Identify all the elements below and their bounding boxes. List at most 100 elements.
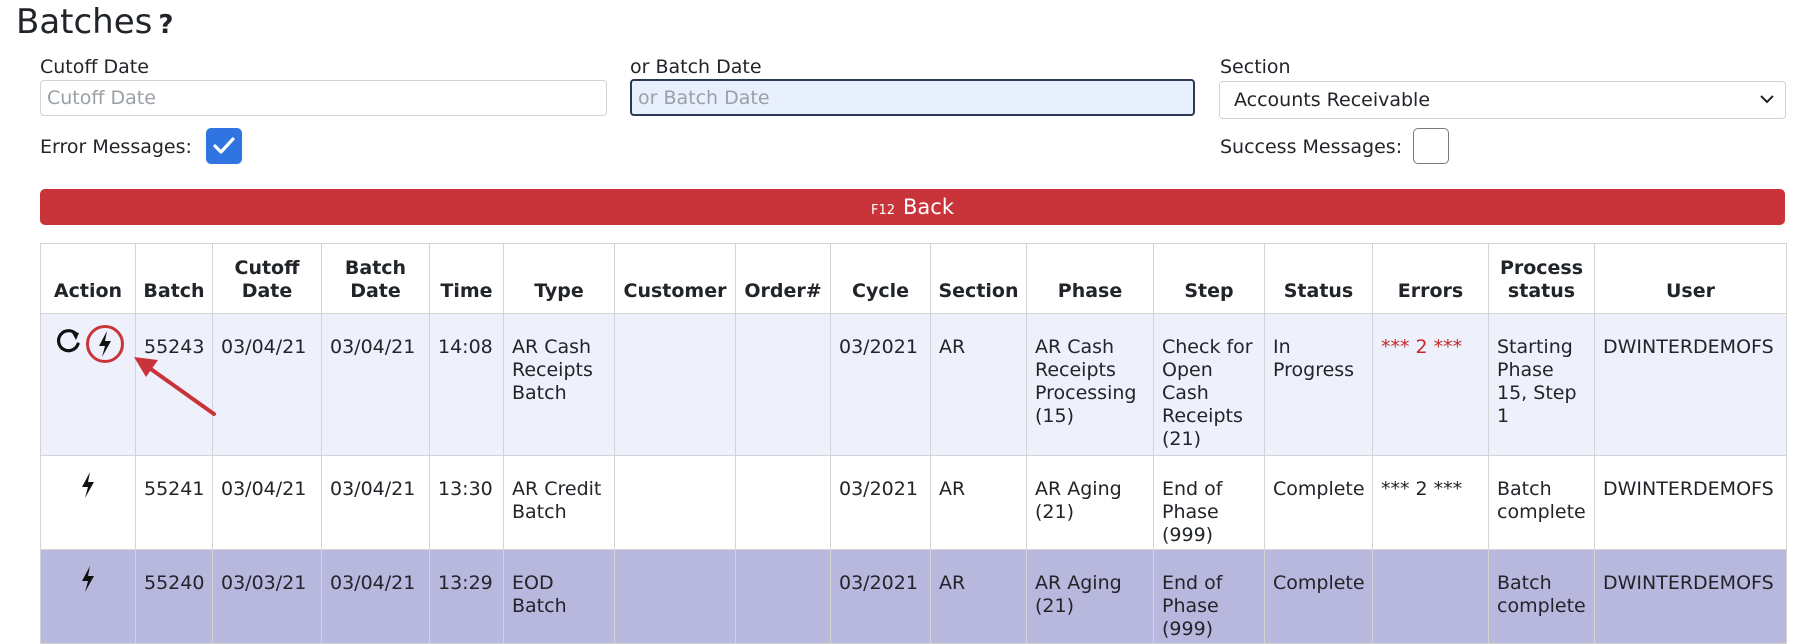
- type-cell: EOD Batch: [503, 549, 615, 644]
- order-cell: [735, 313, 831, 456]
- action-cell: [40, 313, 136, 456]
- col-header-action[interactable]: Action: [40, 243, 136, 314]
- type-cell: AR Cash Receipts Batch: [503, 313, 615, 456]
- cell-line: (15): [1035, 405, 1075, 427]
- error-messages-checkbox[interactable]: [206, 128, 242, 164]
- cell-line: Check for: [1162, 336, 1253, 358]
- back-button-label: Back: [903, 195, 954, 219]
- col-header-step[interactable]: Step: [1153, 243, 1265, 314]
- col-header-phase[interactable]: Phase: [1026, 243, 1154, 314]
- col-header-time[interactable]: Time: [429, 243, 504, 314]
- batches-table: Action Batch Cutoff Date Batch Date Time T…: [40, 243, 1787, 644]
- col-header-order[interactable]: Order#: [735, 243, 831, 314]
- process-status-cell: Batch complete: [1488, 455, 1595, 550]
- order-cell: [735, 549, 831, 644]
- cell-line: Processing: [1035, 382, 1137, 404]
- process-status-cell: Batch complete: [1488, 549, 1595, 644]
- col-header-text: Process: [1499, 257, 1584, 279]
- cell-line: 1: [1497, 405, 1510, 427]
- cell-line: Starting: [1497, 336, 1573, 358]
- cell-line: Batch: [1497, 478, 1552, 500]
- lightning-icon[interactable]: [71, 562, 105, 602]
- user-cell: DWINTERDEMOFS: [1594, 455, 1787, 550]
- cell-line: complete: [1497, 501, 1586, 523]
- type-cell: AR Credit Batch: [503, 455, 615, 550]
- lightning-icon[interactable]: [71, 468, 105, 508]
- errors-cell[interactable]: *** 2 ***: [1372, 455, 1489, 550]
- col-header-errors[interactable]: Errors: [1372, 243, 1489, 314]
- cycle-cell: 03/2021: [830, 549, 931, 644]
- step-cell: End of Phase (999): [1153, 455, 1265, 550]
- cell-line: Receipts: [1035, 359, 1116, 381]
- back-button-shortcut: F12: [870, 203, 896, 218]
- batch-cell[interactable]: 55240: [135, 549, 213, 644]
- cell-line: (21): [1035, 501, 1075, 523]
- cell-line: Batch: [512, 382, 567, 404]
- time-cell: 14:08: [429, 313, 504, 456]
- cell-line: AR Cash: [1035, 336, 1115, 358]
- table-row[interactable]: 55240 03/03/21 03/04/21 13:29 EOD Batch 0…: [40, 549, 1787, 644]
- col-header-batch[interactable]: Batch: [135, 243, 213, 314]
- cell-line: (21): [1162, 428, 1202, 450]
- cell-line: AR Aging: [1035, 572, 1122, 594]
- batch-date-label: or Batch Date: [630, 56, 762, 78]
- batch-cell[interactable]: 55241: [135, 455, 213, 550]
- cutoff-date-cell: 03/03/21: [212, 549, 322, 644]
- col-header-type[interactable]: Type: [503, 243, 615, 314]
- batch-date-input[interactable]: [630, 79, 1195, 116]
- time-cell: 13:30: [429, 455, 504, 550]
- batch-cell[interactable]: 55243: [135, 313, 213, 456]
- col-header-text: Batch: [344, 257, 407, 279]
- col-header-status[interactable]: Status: [1264, 243, 1373, 314]
- customer-cell: [614, 313, 736, 456]
- customer-cell: [614, 455, 736, 550]
- cell-line: End of: [1162, 572, 1223, 594]
- time-cell: 13:29: [429, 549, 504, 644]
- col-header-cycle[interactable]: Cycle: [830, 243, 931, 314]
- help-icon[interactable]: ?: [158, 10, 173, 40]
- table-row[interactable]: 55243 03/04/21 03/04/21 14:08 AR Cash Rec…: [40, 313, 1787, 456]
- cutoff-date-cell: 03/04/21: [212, 455, 322, 550]
- phase-cell: AR Aging (21): [1026, 455, 1154, 550]
- order-cell: [735, 455, 831, 550]
- status-cell: Complete: [1264, 549, 1373, 644]
- cell-line: AR Aging: [1035, 478, 1122, 500]
- batch-date-cell: 03/04/21: [321, 455, 430, 550]
- action-cell: [40, 455, 136, 550]
- col-header-text: Cutoff: [234, 257, 300, 279]
- col-header-section[interactable]: Section: [930, 243, 1027, 314]
- customer-cell: [614, 549, 736, 644]
- errors-cell[interactable]: *** 2 ***: [1372, 313, 1489, 456]
- cutoff-date-input[interactable]: [40, 80, 607, 116]
- col-header-text: Date: [350, 280, 401, 302]
- col-header-cutoff-date[interactable]: Cutoff Date: [212, 243, 322, 314]
- refresh-icon[interactable]: [51, 324, 85, 364]
- phase-cell: AR Cash Receipts Processing (15): [1026, 313, 1154, 456]
- cycle-cell: 03/2021: [830, 313, 931, 456]
- batch-date-cell: 03/04/21: [321, 313, 430, 456]
- col-header-process-status[interactable]: Process status: [1488, 243, 1595, 314]
- col-header-customer[interactable]: Customer: [614, 243, 736, 314]
- page-title-text: Batches: [16, 2, 153, 42]
- chevron-down-icon: [1759, 82, 1775, 131]
- success-messages-checkbox[interactable]: [1413, 128, 1449, 164]
- cell-line: Cash: [1162, 382, 1209, 404]
- section-cell: AR: [930, 549, 1027, 644]
- table-row[interactable]: 55241 03/04/21 03/04/21 13:30 AR Credit B…: [40, 455, 1787, 550]
- table-header-row: Action Batch Cutoff Date Batch Date Time T…: [40, 243, 1787, 314]
- cutoff-date-label: Cutoff Date: [40, 56, 149, 78]
- col-header-batch-date[interactable]: Batch Date: [321, 243, 430, 314]
- lightning-icon[interactable]: [85, 324, 125, 370]
- batch-date-cell: 03/04/21: [321, 549, 430, 644]
- step-cell: End of Phase (999): [1153, 549, 1265, 644]
- section-select[interactable]: Accounts Receivable: [1219, 81, 1786, 119]
- errors-cell[interactable]: [1372, 549, 1489, 644]
- phase-cell: AR Aging (21): [1026, 549, 1154, 644]
- process-status-cell: Starting Phase 15, Step 1: [1488, 313, 1595, 456]
- cell-line: Progress: [1273, 359, 1355, 381]
- col-header-user[interactable]: User: [1594, 243, 1787, 314]
- section-label: Section: [1220, 56, 1291, 78]
- cell-line: (999): [1162, 618, 1214, 640]
- back-button[interactable]: F12 Back: [40, 189, 1785, 225]
- cell-line: Phase: [1162, 501, 1219, 523]
